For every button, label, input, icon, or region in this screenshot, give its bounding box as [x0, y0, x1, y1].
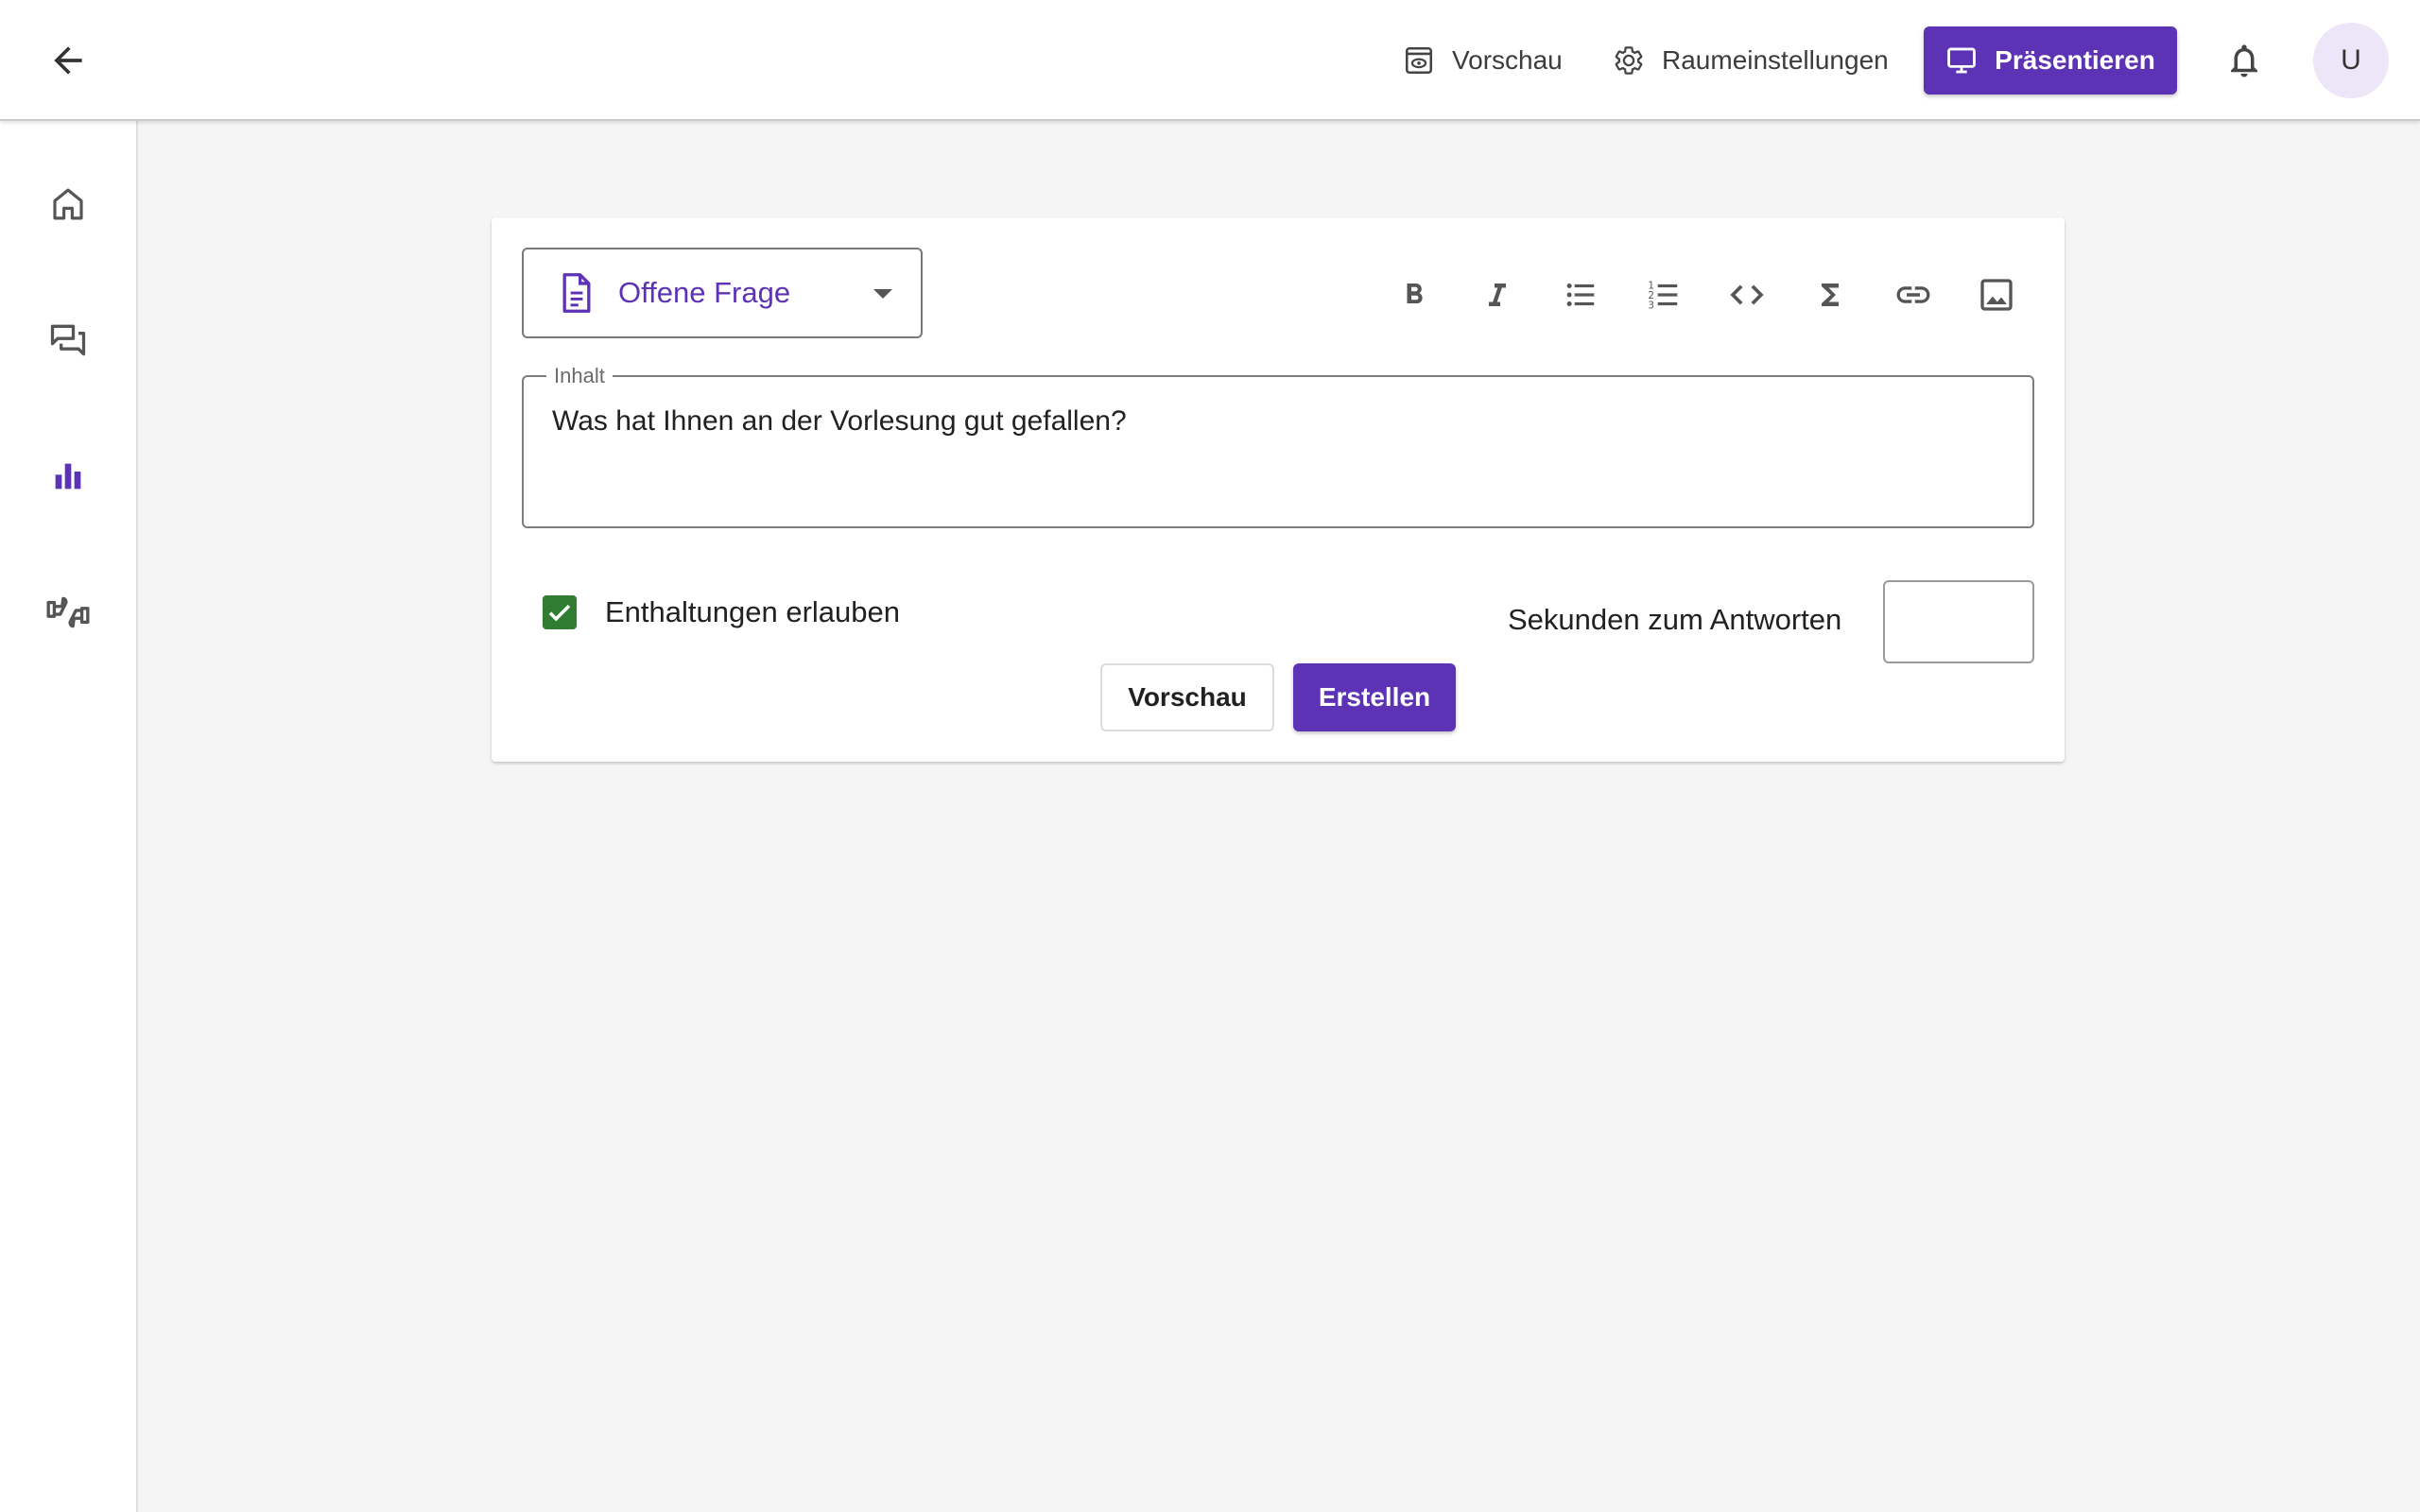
bar-chart-icon	[55, 463, 81, 490]
content-field: Inhalt Was hat Ihnen an der Vorlesung gu…	[522, 364, 2034, 528]
avatar[interactable]: U	[2313, 23, 2389, 98]
forum-icon	[50, 324, 86, 356]
feedback-thumbs-icon	[46, 596, 90, 628]
sidebar-item-home[interactable]	[34, 170, 102, 238]
sidebar-item-feedback[interactable]	[34, 578, 102, 646]
document-icon	[562, 273, 591, 313]
numbered-list-button[interactable]: 123	[1622, 265, 1705, 325]
monitor-icon	[1947, 47, 1977, 74]
arrow-back-icon	[54, 46, 82, 75]
room-settings-label: Raumeinstellungen	[1662, 45, 1889, 75]
navigation-sidebar: 1	[0, 121, 138, 1512]
preview-eye-icon	[1405, 46, 1433, 75]
bulleted-list-icon	[1566, 283, 1595, 307]
bell-icon	[2231, 44, 2257, 77]
sidebar-item-questions[interactable]	[34, 306, 102, 374]
top-app-bar: Vorschau Raumeinstellungen Präsentieren …	[0, 0, 2420, 121]
formatting-toolbar: 123	[1373, 265, 2038, 325]
seconds-to-answer-label: Sekunden zum Antworten	[1508, 603, 1842, 636]
bold-button[interactable]	[1373, 265, 1456, 325]
link-icon	[1896, 286, 1930, 303]
present-label: Präsentieren	[1995, 45, 2155, 75]
checkmark-icon	[548, 604, 571, 622]
link-button[interactable]	[1872, 265, 1955, 325]
home-icon	[53, 188, 83, 220]
room-settings-button[interactable]: Raumeinstellungen	[1613, 23, 1889, 98]
italic-icon	[1489, 284, 1506, 306]
content-format-select[interactable]: Offene Frage	[522, 248, 923, 338]
code-icon	[1730, 284, 1764, 305]
notifications-button[interactable]	[2214, 30, 2274, 91]
bold-icon	[1407, 284, 1423, 303]
code-button[interactable]	[1705, 265, 1789, 325]
content-field-label: Inhalt	[546, 364, 613, 388]
allow-abstentions-row: Enthaltungen erlauben	[543, 595, 900, 629]
seconds-to-answer-input[interactable]	[1883, 580, 2034, 663]
bulleted-list-button[interactable]	[1539, 265, 1622, 325]
back-button[interactable]	[38, 30, 98, 91]
content-editor-card: Offene Frage 123 Inhalt Was hat Ihnen an…	[492, 217, 2065, 762]
numbered-list-icon: 123	[1648, 281, 1678, 311]
content-textarea[interactable]: Was hat Ihnen an der Vorlesung gut gefal…	[552, 405, 2004, 517]
italic-button[interactable]	[1456, 265, 1539, 325]
avatar-initial: U	[2341, 44, 2361, 76]
formula-button[interactable]	[1789, 265, 1872, 325]
present-button[interactable]: Präsentieren	[1924, 26, 2177, 94]
sidebar-item-live-feedback[interactable]	[34, 442, 102, 510]
image-icon	[1980, 279, 2013, 311]
create-button[interactable]: Erstellen	[1293, 663, 1456, 731]
preview-button[interactable]: Vorschau	[1100, 663, 1274, 731]
preview-mode-label: Vorschau	[1452, 45, 1563, 75]
svg-text:3: 3	[1648, 300, 1654, 311]
sigma-icon	[1822, 284, 1839, 306]
content-format-value: Offene Frage	[618, 276, 791, 309]
chevron-down-icon	[873, 289, 892, 299]
allow-abstentions-label: Enthaltungen erlauben	[605, 595, 900, 628]
preview-mode-button[interactable]: Vorschau	[1403, 23, 1563, 98]
gear-icon	[1615, 46, 1643, 75]
image-button[interactable]	[1955, 265, 2038, 325]
allow-abstentions-checkbox[interactable]	[543, 595, 577, 629]
